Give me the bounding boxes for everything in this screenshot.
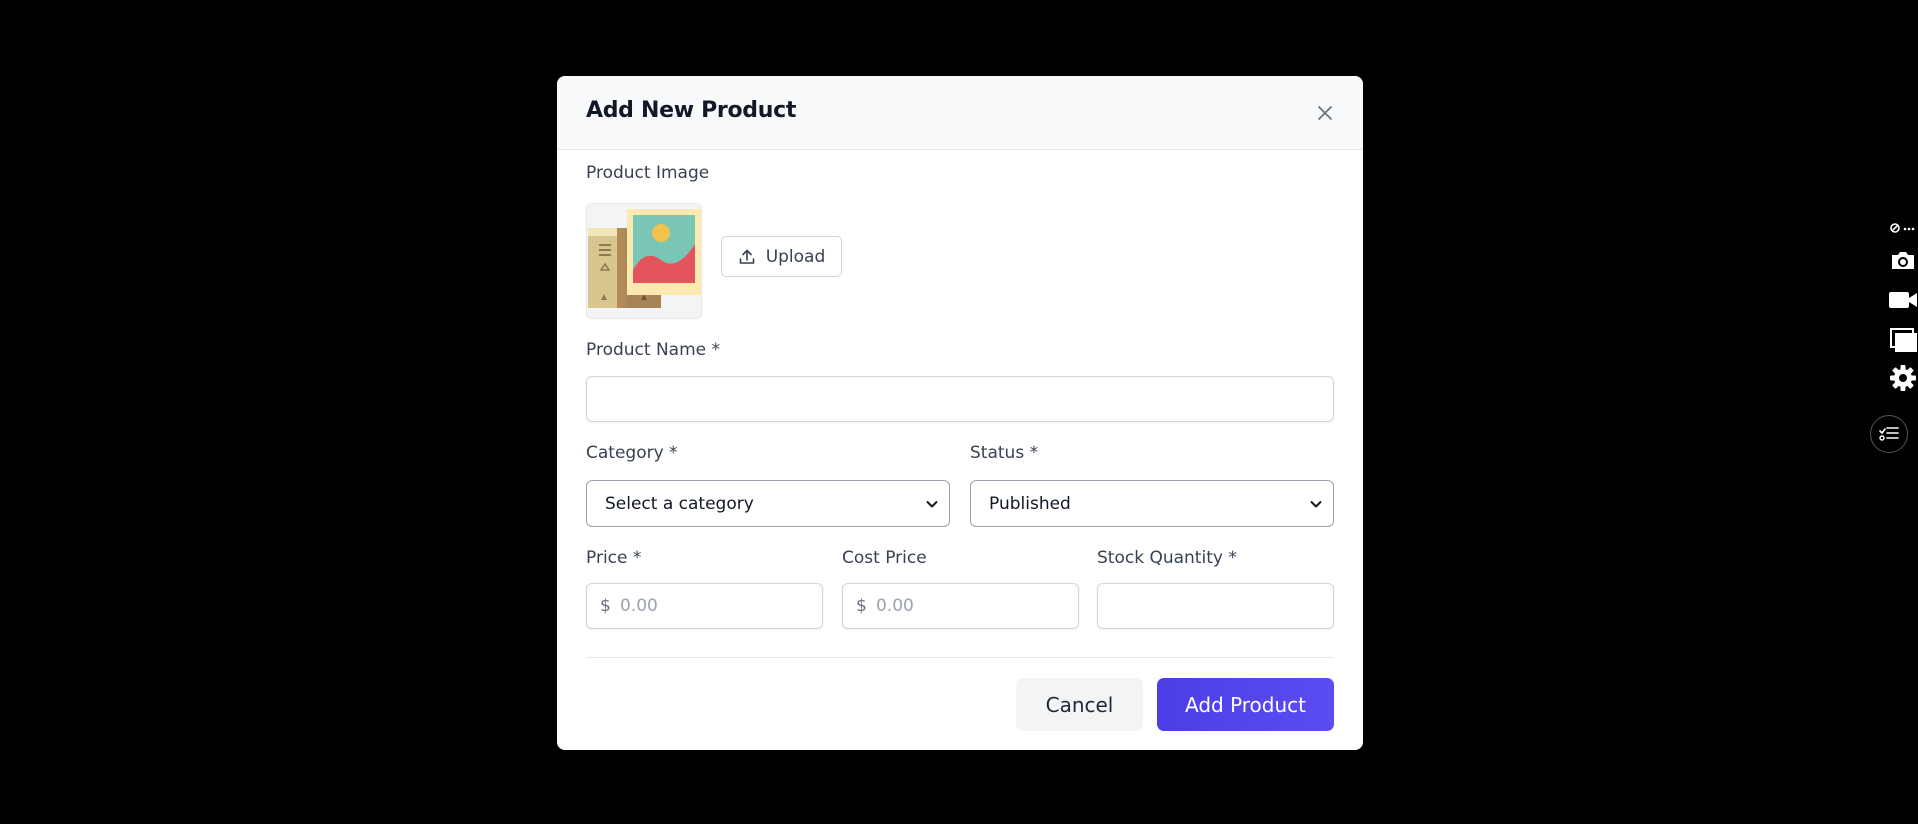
upload-label: Upload bbox=[765, 246, 826, 267]
status-label: Status * bbox=[970, 443, 1039, 463]
upload-button[interactable]: Upload bbox=[721, 236, 842, 277]
product-name-input[interactable] bbox=[586, 376, 1334, 422]
add-product-button[interactable]: Add Product bbox=[1157, 678, 1334, 731]
cost-price-currency: $ bbox=[856, 596, 867, 616]
product-name-label: Product Name * bbox=[586, 340, 721, 360]
category-selected-value: Select a category bbox=[605, 493, 754, 514]
modal-title: Add New Product bbox=[586, 98, 797, 123]
stock-quantity-input[interactable] bbox=[1097, 583, 1334, 629]
link-more-button[interactable] bbox=[1888, 219, 1918, 237]
gear-icon bbox=[1890, 365, 1916, 391]
status-selected-value: Published bbox=[989, 493, 1071, 514]
settings-button[interactable] bbox=[1888, 363, 1918, 393]
cost-price-input[interactable]: $ 0.00 bbox=[842, 583, 1079, 629]
windows-icon bbox=[1890, 328, 1917, 352]
footer-divider bbox=[586, 657, 1334, 658]
category-label: Category * bbox=[586, 443, 678, 463]
stock-quantity-label: Stock Quantity * bbox=[1097, 548, 1237, 568]
add-product-modal: Add New Product Product Image Upload Pro… bbox=[557, 76, 1363, 750]
screenshot-button[interactable] bbox=[1888, 245, 1918, 275]
status-select[interactable]: Published bbox=[970, 480, 1334, 527]
camera-icon bbox=[1892, 252, 1914, 269]
price-label: Price * bbox=[586, 548, 642, 568]
record-video-button[interactable] bbox=[1888, 285, 1918, 315]
video-icon bbox=[1889, 292, 1917, 308]
close-icon bbox=[1318, 106, 1332, 120]
windows-button[interactable] bbox=[1888, 325, 1918, 355]
side-toolbar bbox=[1880, 215, 1918, 395]
chevron-down-icon bbox=[1310, 501, 1322, 508]
chevron-down-icon bbox=[926, 501, 938, 508]
category-select[interactable]: Select a category bbox=[586, 480, 950, 527]
upload-icon bbox=[739, 249, 755, 264]
product-image-label: Product Image bbox=[586, 163, 710, 183]
checklist-button[interactable] bbox=[1870, 415, 1908, 453]
modal-header: Add New Product bbox=[557, 76, 1363, 150]
cost-price-label: Cost Price bbox=[842, 548, 927, 568]
product-placeholder-icon bbox=[588, 209, 701, 308]
checklist-icon bbox=[1879, 427, 1899, 441]
product-image-preview bbox=[586, 203, 702, 319]
link-more-icon bbox=[1890, 223, 1915, 233]
price-placeholder: 0.00 bbox=[620, 596, 658, 616]
close-button[interactable] bbox=[1313, 101, 1337, 125]
cost-price-placeholder: 0.00 bbox=[876, 596, 914, 616]
cancel-button[interactable]: Cancel bbox=[1016, 678, 1143, 731]
price-currency: $ bbox=[600, 596, 611, 616]
price-input[interactable]: $ 0.00 bbox=[586, 583, 823, 629]
